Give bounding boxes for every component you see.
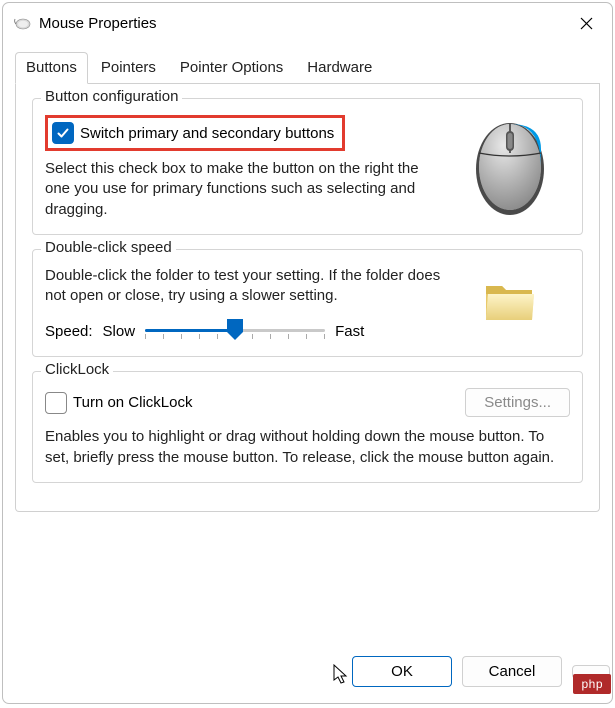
tab-content-buttons: Button configuration Switch primary and … [15,84,600,512]
group-title-clicklock: ClickLock [41,361,113,378]
watermark: php [573,674,611,694]
ok-button[interactable]: OK [352,656,452,687]
switch-buttons-label: Switch primary and secondary buttons [80,125,334,142]
tab-hardware[interactable]: Hardware [296,52,383,84]
button-config-description: Select this check box to make the button… [45,159,442,220]
cursor-icon [333,664,351,691]
slider-thumb[interactable] [226,318,244,346]
tabs-area: Buttons Pointers Pointer Options Hardwar… [3,43,612,512]
mouse-properties-window: Mouse Properties Buttons Pointers Pointe… [2,2,613,704]
checkmark-icon [56,126,70,140]
close-button[interactable] [564,7,608,39]
group-clicklock: ClickLock Turn on ClickLock Settings... … [32,371,583,483]
tab-pointers[interactable]: Pointers [90,52,167,84]
tab-pointer-options[interactable]: Pointer Options [169,52,294,84]
group-double-click-speed: Double-click speed Double-click the fold… [32,249,583,358]
highlight-switch-buttons: Switch primary and secondary buttons [45,115,345,151]
close-icon [580,17,593,30]
dialog-button-row: OK Cancel [3,642,612,703]
group-button-configuration: Button configuration Switch primary and … [32,98,583,235]
mouse-icon [465,109,555,219]
clicklock-label: Turn on ClickLock [73,394,193,411]
speed-row: Speed: Slow [45,320,442,342]
tab-row: Buttons Pointers Pointer Options Hardwar… [15,51,600,84]
clicklock-settings-button: Settings... [465,388,570,417]
clicklock-checkbox[interactable] [45,392,67,414]
group-title-button-configuration: Button configuration [41,88,182,105]
folder-icon [482,276,538,326]
tab-buttons[interactable]: Buttons [15,52,88,84]
group-title-double-click: Double-click speed [41,239,176,256]
window-title: Mouse Properties [39,15,564,32]
cancel-button[interactable]: Cancel [462,656,562,687]
speed-label: Speed: [45,323,93,340]
mouse-preview [450,109,570,220]
mouse-app-icon [11,15,33,31]
double-click-slider[interactable] [145,320,325,342]
switch-buttons-checkbox[interactable] [52,122,74,144]
clicklock-description: Enables you to highlight or drag without… [45,427,570,468]
titlebar: Mouse Properties [3,3,612,43]
double-click-description: Double-click the folder to test your set… [45,266,442,307]
slow-label: Slow [103,323,136,340]
folder-test-area[interactable] [450,260,570,343]
fast-label: Fast [335,323,364,340]
